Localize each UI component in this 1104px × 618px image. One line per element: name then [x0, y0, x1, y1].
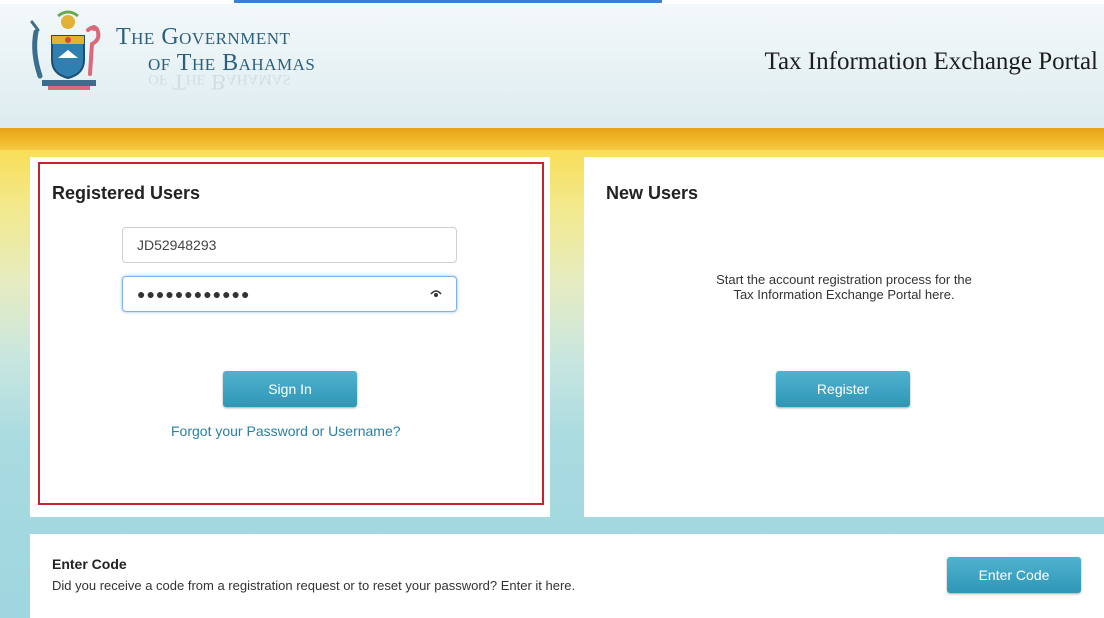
registered-users-panel: Registered Users JD52948293 ●●●●●●●●●●●●… — [30, 157, 550, 517]
registered-users-heading: Registered Users — [52, 183, 201, 203]
site-header: The Government of The Bahamas of The Bah… — [0, 4, 1104, 130]
enter-code-description: Did you receive a code from a registrati… — [52, 578, 576, 593]
gold-divider-band — [0, 128, 1104, 152]
new-users-heading: New Users — [606, 183, 699, 203]
new-users-panel: New Users Start the account registration… — [584, 157, 1104, 517]
username-input[interactable]: JD52948293 — [122, 227, 457, 263]
enter-code-title: Enter Code — [52, 556, 127, 572]
forgot-credentials-link[interactable]: Forgot your Password or Username? — [171, 423, 401, 439]
registration-description-line2: Tax Information Exchange Portal here. — [733, 287, 955, 302]
top-accent-line — [234, 0, 662, 3]
password-input[interactable]: ●●●●●●●●●●●● — [122, 276, 457, 312]
government-name-reflection: of The Bahamas — [148, 70, 291, 95]
registration-description-line1: Start the account registration process f… — [716, 272, 972, 287]
eye-icon[interactable] — [430, 289, 442, 299]
government-name-line1: The Government — [116, 24, 291, 50]
enter-code-button[interactable]: Enter Code — [947, 557, 1081, 593]
highlight-frame — [38, 162, 544, 505]
password-mask: ●●●●●●●●●●●● — [137, 286, 251, 302]
portal-title: Tax Information Exchange Portal — [764, 48, 1098, 75]
coat-of-arms-icon — [30, 10, 101, 90]
sign-in-button[interactable]: Sign In — [223, 371, 357, 407]
register-button[interactable]: Register — [776, 371, 910, 407]
enter-code-panel: Enter Code Did you receive a code from a… — [30, 534, 1104, 618]
